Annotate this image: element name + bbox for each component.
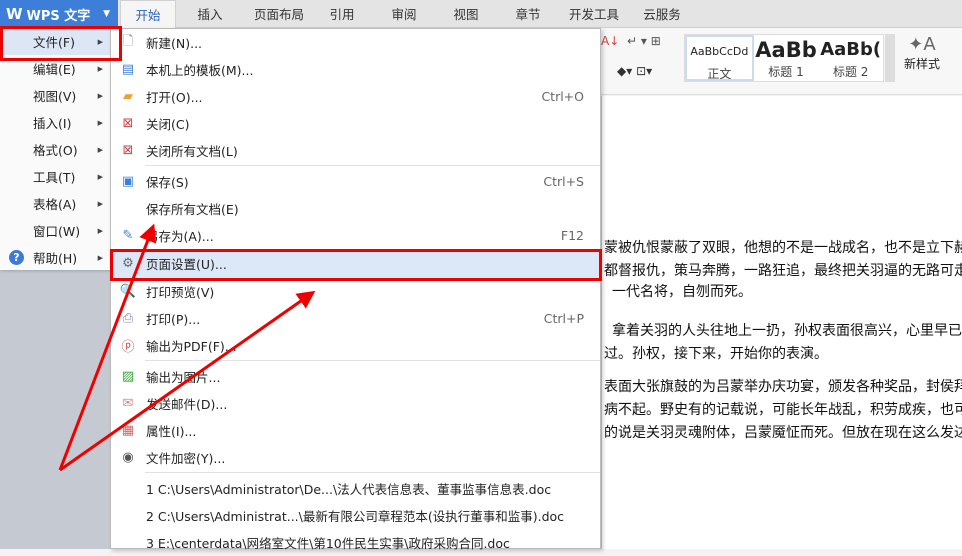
annotation-arrows xyxy=(58,223,316,472)
arrow-to-file-menu xyxy=(58,223,157,471)
arrow-to-page-setup xyxy=(59,290,316,472)
